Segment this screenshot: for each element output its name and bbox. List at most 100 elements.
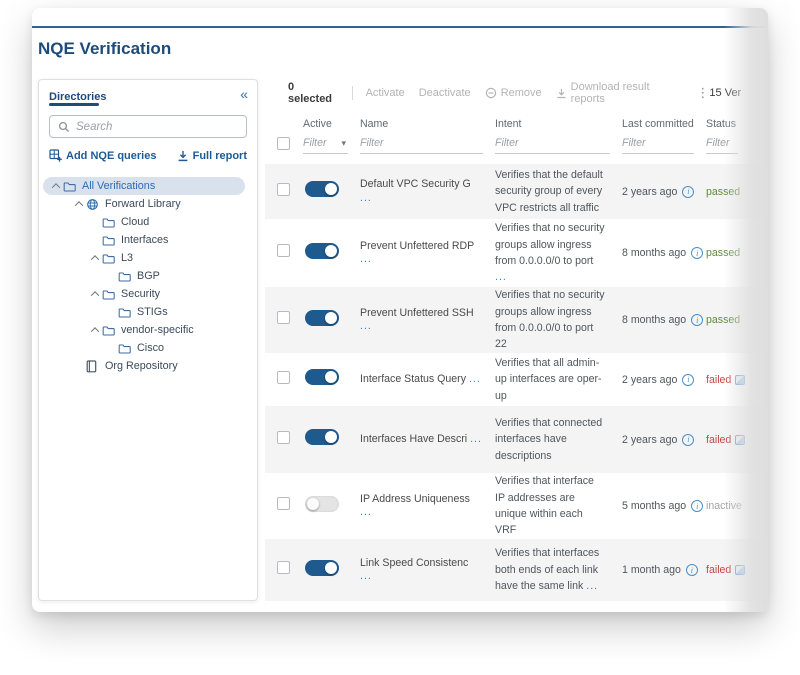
verification-name[interactable]: IP Address Uniqueness — [360, 493, 470, 505]
verification-name[interactable]: Interface Status Query — [360, 373, 466, 385]
tree-item-forward-library[interactable]: Forward Library — [43, 195, 245, 213]
column-header-active[interactable]: Active — [303, 118, 360, 130]
name-truncation-ellipsis[interactable]: ... — [360, 320, 372, 332]
download-result-reports-button[interactable]: Download result reports — [556, 81, 681, 105]
filter-last-committed-input[interactable]: Filter — [622, 137, 694, 154]
tree-item-cloud[interactable]: Cloud — [43, 213, 245, 231]
filter-placeholder: Filter — [495, 137, 519, 149]
more-actions-icon[interactable]: ⋮ — [696, 85, 709, 101]
table-row[interactable]: Link Speed Consistenc ...Verifies that i… — [265, 539, 768, 601]
tab-active-underline — [49, 103, 99, 106]
info-icon[interactable]: i — [682, 186, 694, 198]
column-header-status[interactable]: Status — [706, 118, 768, 130]
full-report-button[interactable]: Full report — [177, 150, 247, 162]
table-row[interactable]: Interface Status Query ...Verifies that … — [265, 353, 768, 406]
add-nqe-queries-button[interactable]: Add NQE queries — [49, 149, 156, 162]
last-committed-text: 2 years ago — [622, 374, 677, 386]
intent-truncation-ellipsis[interactable]: ... — [586, 580, 598, 592]
intent-truncation-ellipsis[interactable]: ... — [495, 271, 507, 283]
active-toggle[interactable] — [305, 243, 339, 259]
tree-item-l3[interactable]: L3 — [43, 249, 245, 267]
last-committed-text: 2 years ago — [622, 434, 677, 446]
row-checkbox[interactable] — [277, 244, 290, 257]
row-checkbox[interactable] — [277, 497, 290, 510]
verifications-main: 0 selected Activate Deactivate Remove Do… — [265, 82, 768, 598]
result-report-icon[interactable] — [735, 565, 745, 575]
table-row[interactable]: Default VPC Security G ...Verifies that … — [265, 164, 768, 219]
last-committed-text: 2 years ago — [622, 186, 677, 198]
filter-name-input[interactable]: Filter — [360, 137, 483, 154]
tree-item-stigs[interactable]: STIGs — [43, 303, 245, 321]
verification-name[interactable]: Prevent Unfettered SSH — [360, 307, 474, 319]
verification-name[interactable]: Default VPC Security G — [360, 178, 471, 190]
tree-item-label: Interfaces — [121, 234, 168, 246]
info-icon[interactable]: i — [691, 314, 703, 326]
verification-name[interactable]: Prevent Unfettered RDP — [360, 240, 474, 252]
chevron-up-icon[interactable] — [88, 291, 102, 297]
name-truncation-ellipsis[interactable]: ... — [470, 433, 482, 445]
chevron-up-icon[interactable] — [88, 327, 102, 333]
info-icon[interactable]: i — [691, 247, 703, 259]
tab-directories[interactable]: Directories — [49, 91, 106, 103]
tree-item-cisco[interactable]: Cisco — [43, 339, 245, 357]
page-title: NQE Verification — [38, 39, 171, 59]
name-truncation-ellipsis[interactable]: ... — [360, 253, 372, 265]
tree-item-interfaces[interactable]: Interfaces — [43, 231, 245, 249]
name-truncation-ellipsis[interactable]: ... — [360, 506, 372, 518]
result-report-icon[interactable] — [735, 435, 745, 445]
row-checkbox[interactable] — [277, 183, 290, 196]
tree-item-bgp[interactable]: BGP — [43, 267, 245, 285]
table-row[interactable]: IP Address Uniqueness ...Verifies that i… — [265, 473, 768, 539]
info-icon[interactable]: i — [686, 564, 698, 576]
active-toggle[interactable] — [305, 369, 339, 385]
column-header-name[interactable]: Name — [360, 118, 495, 130]
column-header-intent[interactable]: Intent — [495, 118, 622, 130]
filter-intent-input[interactable]: Filter — [495, 137, 610, 154]
chevron-up-icon[interactable] — [88, 255, 102, 261]
status-badge: passed — [706, 247, 740, 259]
name-truncation-ellipsis[interactable]: ... — [360, 570, 372, 582]
row-checkbox[interactable] — [277, 371, 290, 384]
chevron-up-icon[interactable] — [49, 183, 63, 189]
info-icon[interactable]: i — [691, 500, 703, 512]
name-truncation-ellipsis[interactable]: ... — [360, 192, 372, 204]
result-report-icon[interactable] — [735, 375, 745, 385]
column-header-last-committed[interactable]: Last committed — [622, 118, 706, 130]
filter-active-input[interactable]: Filter▾ — [303, 137, 348, 154]
active-toggle[interactable] — [305, 310, 339, 326]
chevron-down-icon[interactable]: ▾ — [341, 138, 346, 149]
search-input[interactable]: Search — [49, 115, 247, 138]
active-toggle[interactable] — [305, 181, 339, 197]
row-checkbox[interactable] — [277, 561, 290, 574]
directory-tree: All VerificationsForward LibraryCloud Int… — [39, 177, 257, 375]
active-toggle[interactable] — [305, 560, 339, 576]
verification-name[interactable]: Link Speed Consistenc — [360, 557, 468, 569]
table-row[interactable]: Interfaces Have Descri ... Verifies that … — [265, 406, 768, 473]
page: NQE Verification Directories « Search — [0, 0, 800, 675]
active-toggle[interactable] — [305, 429, 339, 445]
info-icon[interactable]: i — [682, 374, 694, 386]
row-checkbox[interactable] — [277, 311, 290, 324]
active-toggle[interactable] — [305, 496, 339, 512]
toggle-knob — [325, 245, 337, 257]
row-checkbox[interactable] — [277, 431, 290, 444]
activate-button[interactable]: Activate — [366, 87, 405, 99]
chevron-up-icon[interactable] — [72, 201, 86, 207]
verification-name[interactable]: Interfaces Have Descri — [360, 433, 467, 445]
info-icon[interactable]: i — [682, 434, 694, 446]
name-truncation-ellipsis[interactable]: ... — [469, 373, 481, 385]
remove-button[interactable]: Remove — [485, 87, 542, 99]
tree-item-security[interactable]: Security — [43, 285, 245, 303]
remove-circle-minus-icon — [485, 87, 497, 99]
filter-status-input[interactable]: Filter — [706, 137, 738, 154]
table-row[interactable]: Prevent Unfettered RDP ...Verifies that … — [265, 219, 768, 287]
deactivate-button[interactable]: Deactivate — [419, 87, 471, 99]
tree-item-vendor-specific[interactable]: vendor-specific — [43, 321, 245, 339]
tree-item-all-verifications[interactable]: All Verifications — [43, 177, 245, 195]
status-badge: failed — [706, 374, 731, 386]
verification-intent: Verifies that connected interfaces have … — [495, 417, 602, 462]
collapse-panel-icon[interactable]: « — [240, 86, 248, 102]
select-all-checkbox[interactable] — [277, 137, 290, 150]
table-row[interactable]: Prevent Unfettered SSH ...Verifies that … — [265, 287, 768, 353]
tree-item-org-repository[interactable]: Org Repository — [43, 357, 245, 375]
